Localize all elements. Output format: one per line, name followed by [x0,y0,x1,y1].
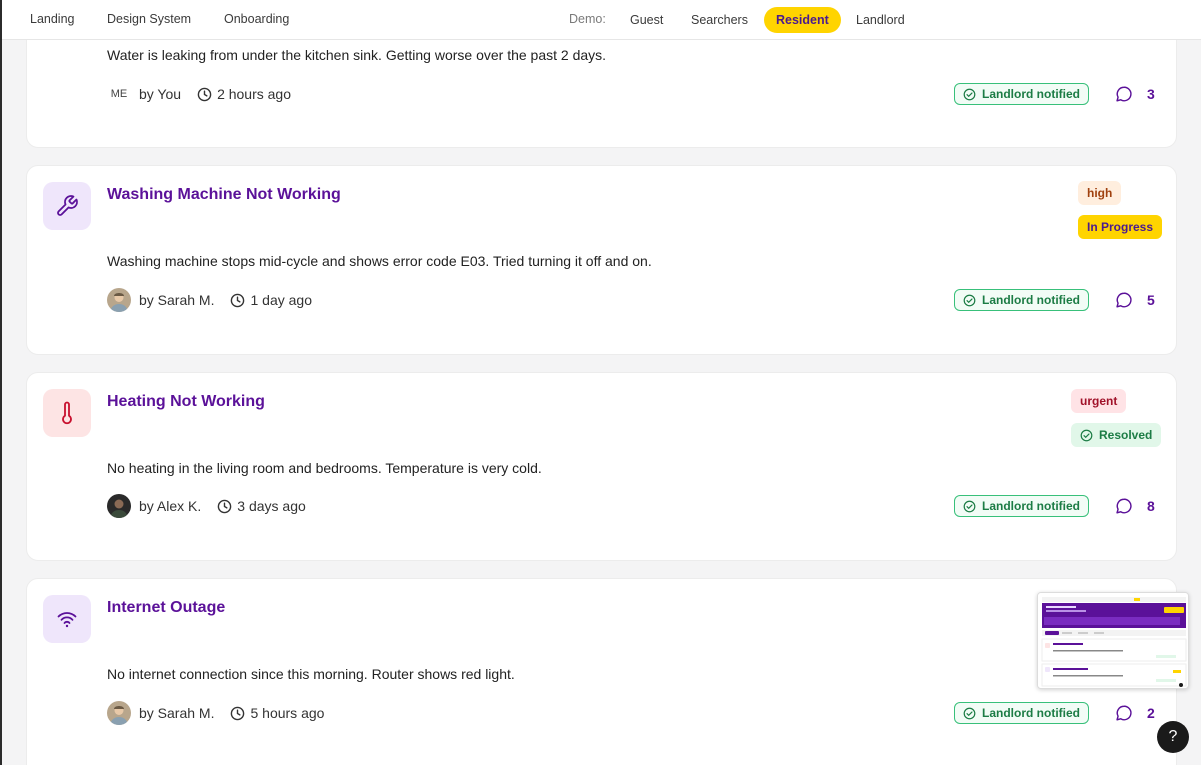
window-edge [0,0,2,765]
comments-button[interactable]: 2 [1115,702,1155,724]
page-minimap[interactable] [1037,592,1189,689]
issue-title[interactable]: Internet Outage [107,599,225,617]
issue-author: by Sarah M. [139,292,215,308]
demo-option-searchers[interactable]: Searchers [679,7,760,33]
issue-time: 2 hours ago [197,86,291,102]
avatar: ME [110,88,128,100]
comments-button[interactable]: 8 [1115,495,1155,517]
check-circle-icon [963,500,976,512]
issue-meta: by Sarah M. 1 day ago [107,288,312,312]
comment-icon [1116,86,1132,102]
demo-option-resident[interactable]: Resident [764,7,841,33]
clock-icon [231,293,245,307]
landlord-notified-text: Landlord notified [982,499,1080,513]
issue-category-icon [43,182,91,230]
landlord-notified-badge: Landlord notified [954,702,1089,724]
issue-author: by Alex K. [139,498,202,514]
issue-meta: by Alex K. 3 days ago [107,494,306,518]
landlord-notified-text: Landlord notified [982,706,1080,720]
demo-option-landlord[interactable]: Landlord [844,7,917,33]
comment-icon [1116,705,1132,721]
comments-count: 5 [1147,292,1155,308]
issue-time: 5 hours ago [230,705,324,721]
issue-description: No internet connection since this mornin… [107,666,515,682]
avatar [107,494,131,518]
issue-title[interactable]: Washing Machine Not Working [107,186,341,204]
check-circle-icon [1080,429,1093,441]
comments-count: 2 [1147,705,1155,721]
issue-card[interactable]: Washing Machine Not Working high In Prog… [26,165,1177,355]
avatar [107,288,131,312]
nav-link-design-system[interactable]: Design System [107,12,191,26]
issue-meta: by Sarah M. 5 hours ago [107,701,324,725]
nav-link-onboarding[interactable]: Onboarding [224,12,289,26]
minimap-preview [1038,593,1188,688]
issue-card[interactable]: Heating Not Working urgent Resolved No h… [26,372,1177,561]
comments-button[interactable]: 5 [1115,289,1155,311]
help-button[interactable]: ? [1157,721,1189,753]
status-badge: In Progress [1078,215,1163,239]
priority-badge: urgent [1071,389,1127,413]
issue-category-icon [43,595,91,643]
comments-button[interactable]: 3 [1115,83,1155,105]
priority-badge: high [1078,181,1122,205]
check-circle-icon [963,707,976,719]
issue-description: Water is leaking from under the kitchen … [107,47,607,63]
nav-link-landing[interactable]: Landing [30,12,75,26]
issue-time-text: 2 hours ago [217,86,292,102]
comments-count: 3 [1147,86,1155,102]
avatar [107,701,131,725]
issue-description: No heating in the living room and bedroo… [107,460,542,476]
landlord-notified-text: Landlord notified [982,87,1080,101]
landlord-notified-badge: Landlord notified [954,289,1089,311]
landlord-notified-badge: Landlord notified [954,495,1089,517]
issue-title[interactable]: Heating Not Working [107,393,265,411]
landlord-notified-badge: Landlord notified [954,83,1089,105]
top-nav: Landing Design System Onboarding Demo: G… [2,0,1201,40]
clock-icon [217,499,232,513]
issue-time-text: 5 hours ago [250,705,325,721]
issue-card[interactable]: Internet Outage No internet connection s… [26,578,1177,765]
landlord-notified-text: Landlord notified [982,293,1080,307]
demo-label: Demo: [569,12,606,26]
thermometer-icon [62,401,72,425]
check-circle-icon [963,294,976,306]
clock-icon [231,706,245,720]
issue-description: Washing machine stops mid-cycle and show… [107,253,652,269]
status-badge: Resolved [1071,423,1162,447]
comment-icon [1116,292,1132,308]
issue-time-text: 1 day ago [250,292,312,308]
issue-meta: ME by You 2 hours ago [107,82,291,106]
comment-icon [1116,498,1132,514]
status-text: Resolved [1099,428,1153,442]
comments-count: 8 [1147,498,1155,514]
issue-author: by You [139,86,182,102]
check-circle-icon [963,88,976,100]
clock-icon [197,87,212,101]
issue-time: 3 days ago [217,498,306,514]
wifi-icon [57,612,77,628]
issue-category-icon [43,389,91,437]
demo-option-guest[interactable]: Guest [618,7,675,33]
issue-time-text: 3 days ago [237,498,306,514]
issue-time: 1 day ago [230,292,312,308]
issue-author: by Sarah M. [139,705,215,721]
wrench-icon [57,195,78,216]
